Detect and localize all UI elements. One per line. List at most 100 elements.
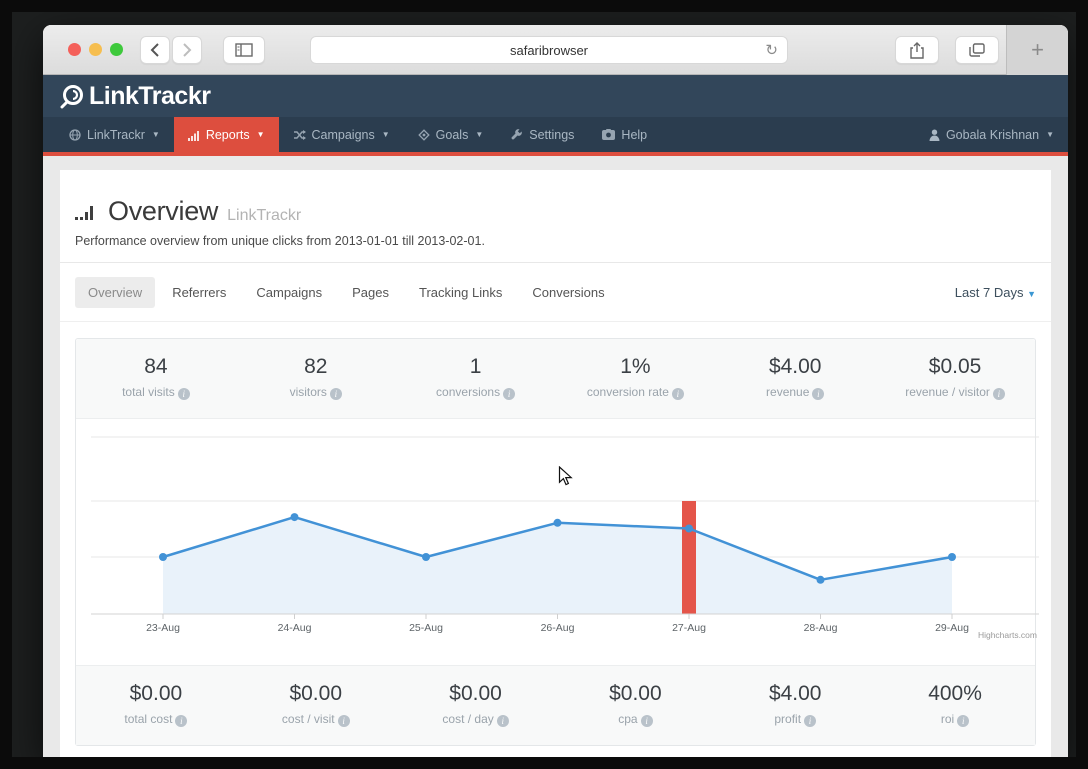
stats-row-top: 84 total visits i 82 visitors i 1 conversi… <box>76 339 1035 419</box>
forward-button[interactable] <box>172 36 202 64</box>
stat-value: $0.00 <box>129 682 183 705</box>
svg-text:25-Aug: 25-Aug <box>409 622 443 634</box>
info-icon[interactable]: i <box>804 715 817 727</box>
new-tab-button[interactable]: + <box>1006 25 1068 75</box>
close-window-button[interactable] <box>68 43 81 56</box>
stat-value: $0.00 <box>289 682 343 705</box>
stat-label: profit <box>774 712 802 726</box>
svg-text:23-Aug: 23-Aug <box>146 622 180 634</box>
page-viewport: LinkTrackr LinkTrackr ▼ Reports ▼ Campai… <box>43 75 1068 757</box>
stat-value: 400% <box>928 682 982 705</box>
stat-label: total cost <box>124 712 173 726</box>
stat-label: conversion rate <box>586 385 669 399</box>
share-icon <box>910 41 924 59</box>
chevron-right-icon <box>183 43 192 57</box>
linktrackr-logo[interactable]: LinkTrackr <box>59 81 211 111</box>
info-icon[interactable]: i <box>992 388 1005 400</box>
stat-label: cost / visit <box>281 712 335 726</box>
info-icon[interactable]: i <box>337 715 350 727</box>
stat-label: cpa <box>618 712 638 726</box>
info-icon[interactable]: i <box>496 715 509 727</box>
goal-icon <box>417 128 430 141</box>
camera-icon <box>602 129 616 140</box>
tab-tracking-links[interactable]: Tracking Links <box>406 277 515 308</box>
shuffle-icon <box>293 129 306 140</box>
stat-label: revenue / visitor <box>905 385 990 399</box>
caret-down-icon: ▼ <box>1046 130 1054 139</box>
reload-icon[interactable]: ↻ <box>765 41 778 59</box>
nav-label: LinkTrackr <box>87 127 145 142</box>
tab-conversions[interactable]: Conversions <box>519 277 617 308</box>
stat-total-visits: 84 total visits i <box>76 339 236 418</box>
bar-chart-icon <box>187 130 199 141</box>
tabs-overview-icon <box>969 43 985 57</box>
nav-item-help[interactable]: Help <box>588 117 661 152</box>
caret-down-icon: ▼ <box>151 130 160 139</box>
info-icon[interactable]: i <box>503 388 516 400</box>
nav-item-reports[interactable]: Reports ▼ <box>173 117 279 152</box>
nav-item-goals[interactable]: Goals ▼ <box>404 117 498 152</box>
minimize-window-button[interactable] <box>89 43 102 56</box>
date-range-label: Last 7 Days <box>954 285 1024 300</box>
svg-text:29-Aug: 29-Aug <box>935 622 969 634</box>
address-bar[interactable]: safaribrowser ↻ <box>310 36 788 64</box>
nav-label: Campaigns <box>311 127 375 142</box>
main-nav: LinkTrackr ▼ Reports ▼ Campaigns ▼ Goals… <box>43 117 1068 156</box>
wrench-icon <box>511 128 523 139</box>
stat-conversion-rate: 1% conversion rate i <box>555 339 715 418</box>
stat-cost-per-day: $0.00 cost / day i <box>396 666 556 745</box>
linktrackr-logo-icon <box>60 85 83 109</box>
tab-overview[interactable]: Overview <box>75 277 156 308</box>
highcharts-credits: Highcharts.com <box>978 630 1037 640</box>
stat-revenue-per-visitor: $0.05 revenue / visitor i <box>875 339 1035 418</box>
info-icon[interactable]: i <box>671 388 684 400</box>
tab-referrers[interactable]: Referrers <box>159 277 239 308</box>
nav-label: Settings <box>529 127 575 142</box>
stat-conversions: 1 conversions i <box>396 339 556 418</box>
info-icon[interactable]: i <box>177 388 190 400</box>
nav-item-campaigns[interactable]: Campaigns ▼ <box>279 117 404 152</box>
date-range-dropdown[interactable]: Last 7 Days ▼ <box>955 285 1036 300</box>
stats-panel: 84 total visits i 82 visitors i 1 conversi… <box>75 338 1039 746</box>
plus-icon: + <box>1031 37 1044 62</box>
safari-window: safaribrowser ↻ + LinkTrackr LinkTrackr … <box>43 25 1068 757</box>
show-tabs-button[interactable] <box>955 36 999 64</box>
caret-down-icon: ▼ <box>1027 289 1036 299</box>
stat-roi: 400% roi i <box>875 666 1035 745</box>
info-icon[interactable]: i <box>812 388 825 400</box>
stat-label: total visits <box>122 385 175 399</box>
zoom-window-button[interactable] <box>110 43 123 56</box>
info-icon[interactable]: i <box>957 715 970 727</box>
user-icon <box>929 129 940 141</box>
stat-value: $4.00 <box>768 355 822 378</box>
browser-toolbar: safaribrowser ↻ + <box>43 25 1068 75</box>
stat-label: revenue <box>766 385 810 399</box>
share-button[interactable] <box>895 36 939 64</box>
stat-value: $4.00 <box>768 682 822 705</box>
info-icon[interactable]: i <box>329 388 342 400</box>
svg-text:26-Aug: 26-Aug <box>541 622 575 634</box>
globe-icon <box>69 128 81 141</box>
highcharts-area-chart[interactable]: 23-Aug 24-Aug 25-Aug 26-Aug 27-Aug 28-Aug 29-A… <box>91 424 1039 642</box>
stat-label: visitors <box>289 385 327 399</box>
stat-value: $0.00 <box>609 682 662 705</box>
nav-user-menu[interactable]: Gobala Krishnan ▼ <box>929 117 1054 152</box>
sidebar-toggle-button[interactable] <box>223 36 265 64</box>
nav-item-linktrackr[interactable]: LinkTrackr ▼ <box>55 117 174 152</box>
back-button[interactable] <box>140 36 170 64</box>
stat-value: $0.00 <box>449 682 502 705</box>
info-icon[interactable]: i <box>175 715 188 727</box>
page-subtitle: Performance overview from unique clicks … <box>75 234 485 248</box>
stat-revenue: $4.00 revenue i <box>715 339 875 418</box>
stat-label: conversions <box>436 385 501 399</box>
info-icon[interactable]: i <box>640 715 653 727</box>
stat-profit: $4.00 profit i <box>715 666 875 745</box>
tab-pages[interactable]: Pages <box>339 277 402 308</box>
caret-down-icon: ▼ <box>475 130 484 139</box>
tab-campaigns[interactable]: Campaigns <box>243 277 335 308</box>
stat-cpa: $0.00 cpa i <box>555 666 715 745</box>
stat-label: cost / day <box>442 712 494 726</box>
nav-item-settings[interactable]: Settings <box>497 117 588 152</box>
logo-text: LinkTrackr <box>89 81 211 110</box>
title-block: Overview LinkTrackr Performance overview… <box>60 170 1051 263</box>
